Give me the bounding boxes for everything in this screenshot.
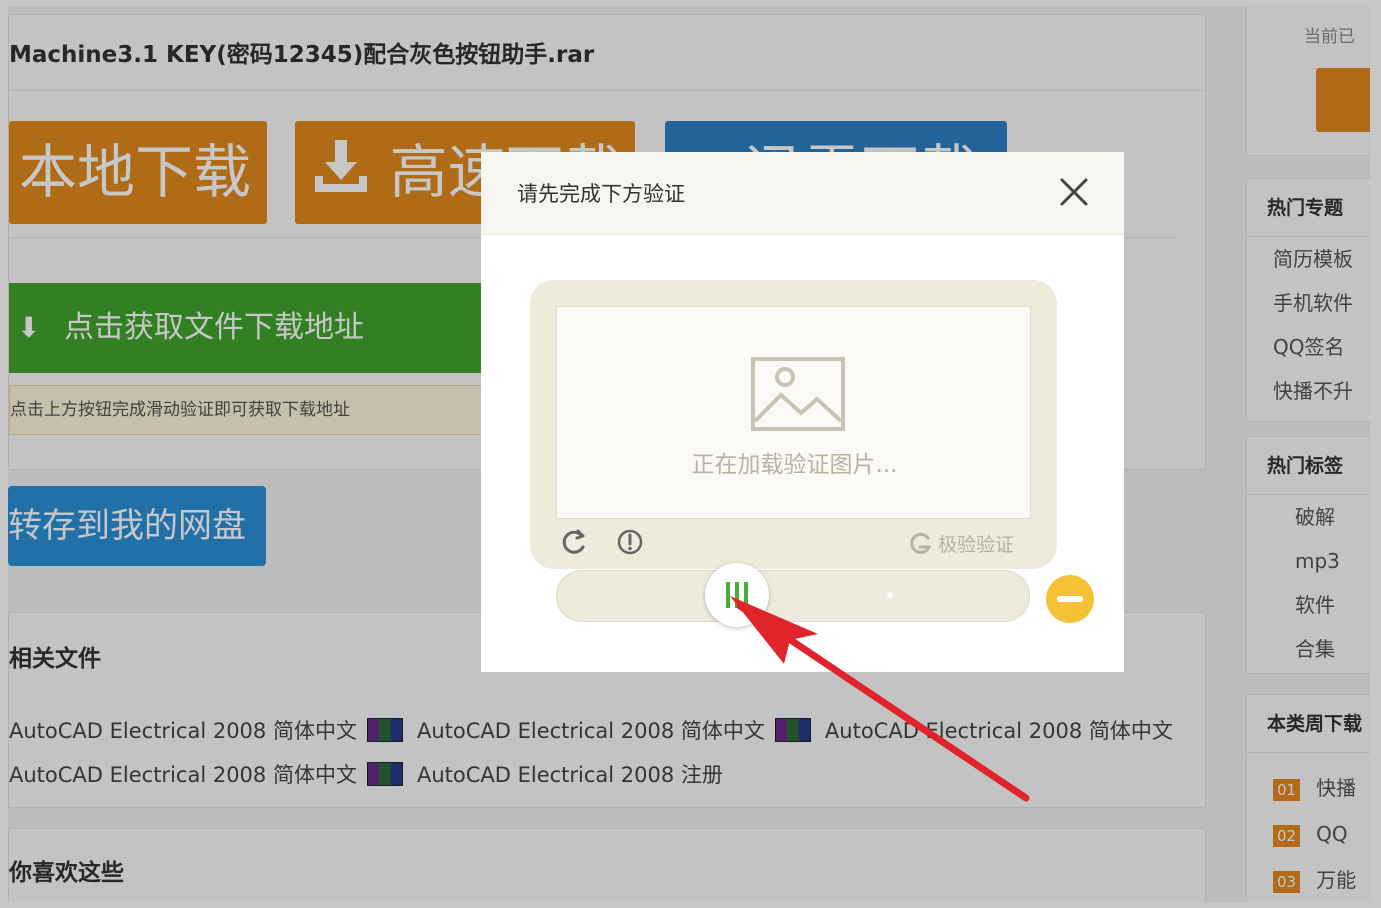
image-placeholder-icon [751, 357, 845, 431]
refresh-icon[interactable] [560, 528, 588, 556]
grip-icon [722, 582, 752, 608]
slider-track[interactable] [556, 570, 1030, 622]
status-icon [1046, 575, 1094, 623]
slider-knob[interactable] [705, 563, 769, 627]
modal-header: 请先完成下方验证 [481, 152, 1124, 235]
modal-title: 请先完成下方验证 [517, 182, 685, 206]
captcha-image-area: 正在加载验证图片... [556, 306, 1031, 519]
geetest-logo-icon [910, 532, 932, 554]
loading-text: 正在加载验证图片... [691, 452, 898, 478]
geetest-brand: 极验验证 [908, 530, 1014, 557]
close-icon[interactable] [1056, 174, 1092, 210]
captcha-panel: 正在加载验证图片... 极验验证 [530, 280, 1057, 569]
brand-label: 极验验证 [938, 534, 1015, 556]
slider-dot [887, 592, 893, 598]
feedback-icon[interactable] [616, 528, 644, 556]
